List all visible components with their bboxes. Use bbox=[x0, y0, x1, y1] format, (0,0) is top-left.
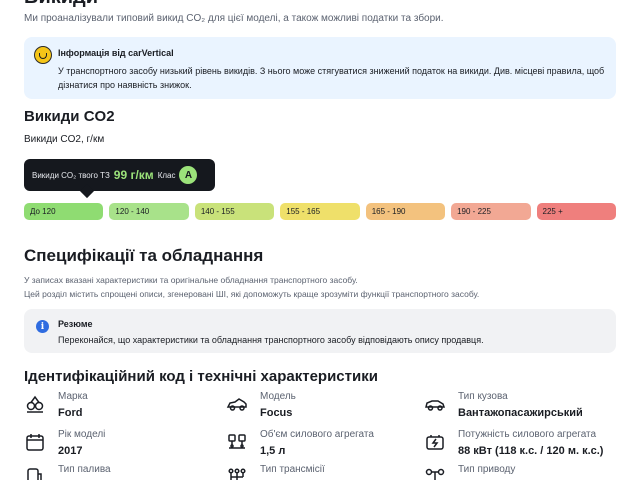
specs-note: У записах вказані характеристики та ориг… bbox=[24, 273, 624, 301]
transmission-icon bbox=[226, 466, 248, 480]
spec-value: 1,5 л bbox=[260, 445, 286, 457]
brand-icon bbox=[24, 393, 46, 415]
scale-segment-1: До 120 bbox=[24, 203, 104, 220]
info-card-body: У транспортного засобу низький рівень ви… bbox=[58, 66, 605, 90]
spec-value: 88 кВт (118 к.с. / 120 м. к.с.) bbox=[458, 445, 604, 457]
tooltip-label: Викиди CO₂ твого ТЗ bbox=[32, 170, 110, 180]
scale-segment-7: 225 + bbox=[536, 203, 616, 220]
spec-key: Тип палива bbox=[58, 464, 111, 475]
spec-key: Об'єм силового агрегата bbox=[260, 429, 374, 440]
scale-segment-4: 155 - 165 bbox=[280, 203, 360, 220]
resume-card: i Резюме Переконайся, що характеристики … bbox=[24, 309, 616, 353]
identification-heading: Ідентифікаційний код і технічні характер… bbox=[24, 368, 378, 385]
resume-title: Резюме bbox=[58, 319, 93, 329]
specs-heading: Специфікації та обладнання bbox=[24, 246, 264, 265]
co2-scale: До 120 120 - 140 140 - 155 155 - 165 165… bbox=[24, 203, 616, 220]
info-icon: i bbox=[36, 320, 49, 333]
spec-key: Тип приводу bbox=[458, 464, 516, 475]
scale-segment-5: 165 - 190 bbox=[365, 203, 446, 220]
resume-body: Переконайся, що характеристики та обладн… bbox=[58, 335, 484, 345]
co2-tooltip: Викиди CO₂ твого ТЗ 99 г/км Клас A bbox=[24, 159, 215, 191]
specs-note-line-2: Цей розділ містить спрощені описи, згене… bbox=[24, 289, 480, 299]
spec-key: Марка bbox=[58, 391, 88, 402]
spec-key: Рік моделі bbox=[58, 429, 106, 440]
spec-value: Вантажопасажирський bbox=[458, 407, 583, 419]
engine-volume-icon bbox=[226, 431, 248, 453]
scale-segment-3: 140 - 155 bbox=[194, 203, 275, 220]
spec-value: Focus bbox=[260, 407, 293, 419]
spec-key: Модель bbox=[260, 391, 296, 402]
spec-key: Тип кузова bbox=[458, 391, 508, 402]
spec-value: Ford bbox=[58, 407, 83, 419]
carvertical-info-card: Інформація від carVertical У транспортно… bbox=[24, 37, 616, 99]
tooltip-value: 99 г/км bbox=[113, 168, 154, 182]
drive-icon bbox=[424, 466, 446, 480]
battery-power-icon bbox=[424, 431, 446, 453]
carvertical-logo-icon bbox=[34, 46, 52, 64]
spec-value: 2017 bbox=[58, 445, 83, 457]
scale-segment-6: 190 - 225 bbox=[451, 203, 531, 220]
scale-segment-2: 120 - 140 bbox=[109, 203, 189, 220]
specs-note-line-1: У записах вказані характеристики та ориг… bbox=[24, 275, 358, 285]
co2-heading: Викиди CO2 bbox=[24, 108, 115, 125]
calendar-icon bbox=[24, 431, 46, 453]
emission-class-badge: A bbox=[179, 166, 198, 184]
tooltip-class-label: Клас bbox=[157, 170, 176, 180]
car-body-icon bbox=[424, 393, 446, 415]
emissions-intro: Ми проаналізували типовий викид CO₂ для … bbox=[24, 13, 444, 24]
info-card-title: Інформація від carVertical bbox=[58, 48, 174, 58]
spec-key: Потужність силового агрегата bbox=[458, 429, 597, 440]
page-title: Викиди bbox=[24, 0, 98, 9]
car-icon bbox=[226, 393, 248, 415]
fuel-icon bbox=[24, 466, 46, 480]
co2-subheading: Викиди CO2, г/км bbox=[24, 134, 105, 145]
spec-key: Тип трансмісії bbox=[260, 464, 325, 475]
